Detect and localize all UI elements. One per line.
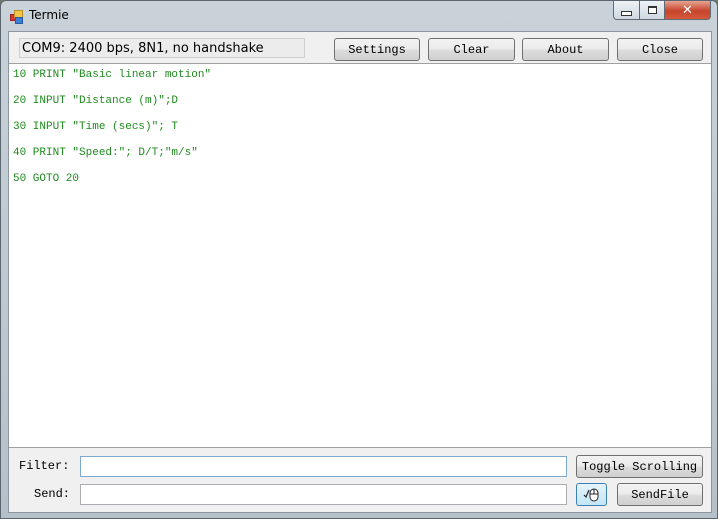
terminal-output[interactable]: 10 PRINT "Basic linear motion" 20 INPUT … <box>9 63 711 448</box>
app-icon <box>10 10 23 24</box>
close-button[interactable]: Close <box>617 38 703 61</box>
termie-window: Termie ✕ COM9: 2400 bps, 8N1, no handsha… <box>0 0 718 519</box>
terminal-line: 30 INPUT "Time (secs)"; T <box>13 121 179 133</box>
close-icon: ✕ <box>682 2 693 18</box>
window-close-button[interactable]: ✕ <box>665 1 711 20</box>
clear-button[interactable]: Clear <box>428 38 515 61</box>
filter-label: Filter: <box>19 459 70 473</box>
send-label: Send: <box>34 487 71 501</box>
client-area: COM9: 2400 bps, 8N1, no handshake Settin… <box>8 31 712 513</box>
toggle-scrolling-button[interactable]: Toggle Scrolling <box>576 455 703 478</box>
window-title: Termie <box>29 8 69 22</box>
minimize-button[interactable] <box>613 1 640 20</box>
maximize-icon <box>647 6 657 14</box>
mouse-send-button[interactable] <box>576 483 607 506</box>
terminal-line: 50 GOTO 20 <box>13 173 80 185</box>
minimize-icon <box>621 10 632 16</box>
terminal-line: 20 INPUT "Distance (m)";D <box>13 95 179 107</box>
mouse-icon <box>583 488 598 501</box>
send-input[interactable] <box>80 484 567 505</box>
terminal-line: 40 PRINT "Speed:"; D/T;"m/s" <box>13 147 198 159</box>
title-bar[interactable]: Termie ✕ <box>1 1 717 31</box>
maximize-button[interactable] <box>640 1 665 20</box>
sendfile-button[interactable]: SendFile <box>617 483 703 506</box>
connection-status: COM9: 2400 bps, 8N1, no handshake <box>19 38 305 58</box>
filter-input[interactable] <box>80 456 567 477</box>
settings-button[interactable]: Settings <box>334 38 420 61</box>
terminal-line: 10 PRINT "Basic linear motion" <box>13 69 212 81</box>
about-button[interactable]: About <box>522 38 609 61</box>
